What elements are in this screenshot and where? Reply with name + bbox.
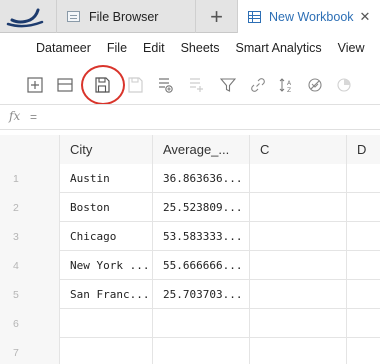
table-cell[interactable] bbox=[250, 338, 347, 364]
table-cell[interactable] bbox=[153, 338, 250, 364]
no-filter-icon[interactable] bbox=[307, 77, 323, 93]
toolbar: A Z bbox=[0, 62, 380, 104]
column-header-row: City Average_... C D bbox=[0, 135, 380, 164]
corner-cell[interactable] bbox=[0, 135, 60, 164]
table-cell[interactable]: New York ... bbox=[60, 251, 153, 280]
table-row: 6 bbox=[0, 309, 380, 338]
table-cell[interactable]: Boston bbox=[60, 193, 153, 222]
column-header-d[interactable]: D bbox=[347, 135, 380, 164]
save-highlight-circle bbox=[81, 65, 125, 105]
table-cell[interactable]: 36.863636... bbox=[153, 164, 250, 193]
table-cell[interactable] bbox=[347, 251, 380, 280]
add-sheet-right-icon[interactable] bbox=[157, 77, 173, 93]
table-cell[interactable] bbox=[250, 280, 347, 309]
column-header-city[interactable]: City bbox=[60, 135, 153, 164]
table-row: 4 New York ... 55.666666... bbox=[0, 251, 380, 280]
datameer-logo-icon[interactable] bbox=[4, 2, 52, 32]
tab-bar: File Browser + New Workbook ✕ bbox=[0, 0, 380, 34]
table-cell[interactable] bbox=[250, 222, 347, 251]
row-number[interactable]: 6 bbox=[0, 309, 60, 338]
column-header-average[interactable]: Average_... bbox=[153, 135, 250, 164]
table-cell[interactable] bbox=[347, 338, 380, 364]
formula-bar[interactable]: fx = bbox=[0, 104, 380, 130]
remove-sheet-icon[interactable] bbox=[57, 77, 73, 93]
timer-icon bbox=[337, 78, 351, 92]
fx-icon: fx bbox=[9, 109, 21, 123]
table-cell[interactable] bbox=[347, 280, 380, 309]
copy-sheet-icon bbox=[128, 77, 143, 93]
formula-equals: = bbox=[30, 110, 38, 124]
svg-text:Z: Z bbox=[287, 87, 291, 93]
menu-view[interactable]: View bbox=[338, 41, 365, 55]
column-header-c[interactable]: C bbox=[250, 135, 347, 164]
row-number[interactable]: 1 bbox=[0, 164, 60, 193]
table-cell[interactable] bbox=[347, 164, 380, 193]
table-cell[interactable]: 25.523809... bbox=[153, 193, 250, 222]
menu-file[interactable]: File bbox=[107, 41, 127, 55]
row-number[interactable]: 2 bbox=[0, 193, 60, 222]
file-browser-icon bbox=[67, 11, 80, 22]
table-cell[interactable] bbox=[250, 193, 347, 222]
tab-new-workbook-label: New Workbook bbox=[269, 10, 354, 24]
table-row: 1 Austin 36.863636... bbox=[0, 164, 380, 193]
table-cell[interactable] bbox=[250, 164, 347, 193]
table-cell[interactable] bbox=[347, 309, 380, 338]
row-number[interactable]: 3 bbox=[0, 222, 60, 251]
link-icon[interactable] bbox=[250, 77, 266, 93]
table-cell[interactable]: Austin bbox=[60, 164, 153, 193]
row-number[interactable]: 7 bbox=[0, 338, 60, 364]
table-cell[interactable]: 55.666666... bbox=[153, 251, 250, 280]
table-row: 7 bbox=[0, 338, 380, 364]
table-row: 3 Chicago 53.583333... bbox=[0, 222, 380, 251]
table-cell[interactable] bbox=[60, 338, 153, 364]
close-tab-icon[interactable]: ✕ bbox=[360, 9, 371, 25]
menu-datameer[interactable]: Datameer bbox=[36, 41, 91, 55]
table-cell[interactable] bbox=[60, 309, 153, 338]
table-cell[interactable]: Chicago bbox=[60, 222, 153, 251]
row-number[interactable]: 4 bbox=[0, 251, 60, 280]
menu-sheets[interactable]: Sheets bbox=[181, 41, 220, 55]
table-cell[interactable] bbox=[347, 193, 380, 222]
sort-az-icon[interactable]: A Z bbox=[279, 77, 295, 93]
row-number[interactable]: 5 bbox=[0, 280, 60, 309]
svg-text:A: A bbox=[287, 80, 292, 87]
tab-new-workbook[interactable]: New Workbook ✕ bbox=[238, 0, 380, 34]
table-cell[interactable]: 25.703703... bbox=[153, 280, 250, 309]
sheet-plus-icon bbox=[190, 78, 203, 92]
table-cell[interactable] bbox=[250, 251, 347, 280]
table-row: 2 Boston 25.523809... bbox=[0, 193, 380, 222]
table-cell[interactable] bbox=[347, 222, 380, 251]
filter-icon[interactable] bbox=[220, 77, 236, 93]
menu-edit[interactable]: Edit bbox=[143, 41, 165, 55]
table-cell[interactable] bbox=[250, 309, 347, 338]
menu-smart-analytics[interactable]: Smart Analytics bbox=[236, 41, 322, 55]
table-cell[interactable]: San Franc... bbox=[60, 280, 153, 309]
table-row: 5 San Franc... 25.703703... bbox=[0, 280, 380, 309]
workbook-icon bbox=[248, 11, 261, 23]
add-sheet-icon[interactable] bbox=[27, 77, 43, 93]
table-cell[interactable]: 53.583333... bbox=[153, 222, 250, 251]
tab-file-browser[interactable]: File Browser bbox=[56, 0, 196, 33]
tab-file-browser-label: File Browser bbox=[89, 9, 159, 24]
menu-bar: Datameer File Edit Sheets Smart Analytic… bbox=[0, 34, 380, 62]
new-tab-button[interactable]: + bbox=[196, 0, 238, 33]
table-cell[interactable] bbox=[153, 309, 250, 338]
